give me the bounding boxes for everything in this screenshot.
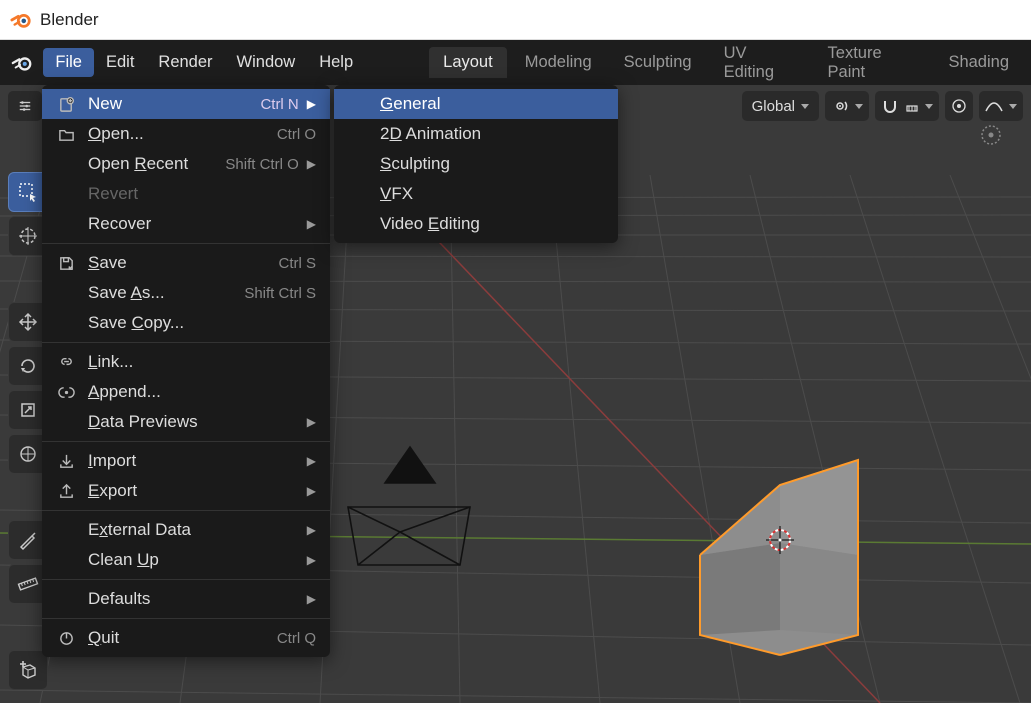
submenu-arrow-icon: ▶ [307,523,316,537]
menu-item-export[interactable]: Export ▶ [42,476,330,506]
cube-object [700,460,858,655]
menu-item-shortcut: Shift Ctrl O [225,156,298,173]
menu-item-label: Clean Up [88,550,299,570]
chevron-down-icon [855,104,863,109]
tab-layout[interactable]: Layout [429,47,507,78]
menu-item-label: Sculpting [380,154,604,174]
chevron-down-icon [925,104,933,109]
menu-item-label: Link... [88,352,316,372]
menu-item-label: Open Recent [88,154,201,174]
menu-item-shortcut: Ctrl N [260,96,298,113]
tool-add-cube[interactable] [8,650,48,690]
tab-uv-editing[interactable]: UV Editing [710,38,810,88]
menu-item-label: Data Previews [88,412,299,432]
file-menu: New Ctrl N ▶ Open... Ctrl O Open Recent Shift … [42,85,330,657]
quit-icon [54,630,78,647]
menu-item-label: Export [88,481,299,501]
submenu-arrow-icon: ▶ [307,592,316,606]
menu-item-label: New [88,94,236,114]
menu-item-sculpting[interactable]: Sculpting [334,149,618,179]
save-icon [54,255,78,272]
menu-item-label: Video Editing [380,214,604,234]
menu-item-quit[interactable]: Quit Ctrl Q [42,623,330,653]
menu-item-new[interactable]: New Ctrl N ▶ [42,89,330,119]
menu-item-vfx[interactable]: VFX [334,179,618,209]
menu-item-label: External Data [88,520,299,540]
orientation-label: Global [752,98,795,115]
menu-item-label: 2D Animation [380,124,604,144]
submenu-arrow-icon: ▶ [307,415,316,429]
import-icon [54,453,78,470]
menu-item-open[interactable]: Open... Ctrl O [42,119,330,149]
export-icon [54,483,78,500]
snapping-button[interactable] [875,91,939,121]
menu-item-label: Open... [88,124,253,144]
tab-modeling[interactable]: Modeling [511,47,606,78]
menu-item-label: Append... [88,382,316,402]
link-icon [54,354,78,371]
tab-sculpting[interactable]: Sculpting [610,47,706,78]
menu-item-recover[interactable]: Recover ▶ [42,209,330,239]
menu-item-label: Recover [88,214,299,234]
menu-item-label: Save As... [88,283,220,303]
append-icon [54,384,78,401]
menu-item-label: VFX [380,184,604,204]
menu-item-open-recent[interactable]: Open Recent Shift Ctrl O ▶ [42,149,330,179]
tab-texture-paint[interactable]: Texture Paint [814,38,931,88]
menu-item-label: Save [88,253,255,273]
menu-help[interactable]: Help [307,48,365,77]
menu-item-shortcut: Ctrl O [277,126,316,143]
submenu-arrow-icon: ▶ [307,454,316,468]
orientation-dropdown[interactable]: Global [742,91,819,121]
menu-item-external-data[interactable]: External Data ▶ [42,515,330,545]
menu-item-save-as[interactable]: Save As... Shift Ctrl S [42,278,330,308]
menu-item-data-previews[interactable]: Data Previews ▶ [42,407,330,437]
submenu-arrow-icon: ▶ [307,157,316,171]
options-icon-button[interactable] [8,91,42,121]
pivot-dropdown[interactable] [825,91,869,121]
app-title: Blender [40,10,99,30]
submenu-arrow-icon: ▶ [307,217,316,231]
menu-item-label: Revert [88,184,316,204]
menu-window[interactable]: Window [225,48,308,77]
titlebar: Blender [0,0,1031,40]
menu-item-shortcut: Ctrl Q [277,630,316,647]
menu-item-save[interactable]: Save Ctrl S [42,248,330,278]
tab-shading[interactable]: Shading [934,47,1023,78]
proportional-edit-button[interactable] [945,91,973,121]
menu-item-label: Defaults [88,589,299,609]
blender-logo-icon [10,9,32,31]
new-icon [54,96,78,113]
menu-item-link[interactable]: Link... [42,347,330,377]
menu-item-save-copy[interactable]: Save Copy... [42,308,330,338]
menubar: FileEditRenderWindowHelp LayoutModelingS… [0,40,1031,85]
menu-item-shortcut: Ctrl S [279,255,317,272]
menu-item-label: General [380,94,604,114]
menu-item-revert: Revert [42,179,330,209]
submenu-arrow-icon: ▶ [307,97,316,111]
menu-item-2d-animation[interactable]: 2D Animation [334,119,618,149]
menu-item-label: Import [88,451,299,471]
app-menu-icon[interactable] [8,49,35,77]
menu-edit[interactable]: Edit [94,48,146,77]
file-new-submenu: General 2D Animation Sculpting VFX Video Edi… [334,85,618,243]
menu-item-label: Quit [88,628,253,648]
menu-item-label: Save Copy... [88,313,316,333]
nav-gizmo[interactable] [971,115,1011,155]
chevron-down-icon [801,104,809,109]
menu-render[interactable]: Render [146,48,224,77]
menu-item-append[interactable]: Append... [42,377,330,407]
chevron-down-icon [1009,104,1017,109]
menu-item-shortcut: Shift Ctrl S [244,285,316,302]
menu-item-defaults[interactable]: Defaults ▶ [42,584,330,614]
menu-file[interactable]: File [43,48,94,77]
menu-item-general[interactable]: General [334,89,618,119]
menu-item-video-editing[interactable]: Video Editing [334,209,618,239]
menu-item-clean-up[interactable]: Clean Up ▶ [42,545,330,575]
open-icon [54,126,78,143]
menu-item-import[interactable]: Import ▶ [42,446,330,476]
submenu-arrow-icon: ▶ [307,553,316,567]
submenu-arrow-icon: ▶ [307,484,316,498]
workspace-tabs: LayoutModelingSculptingUV EditingTexture… [429,38,1023,88]
